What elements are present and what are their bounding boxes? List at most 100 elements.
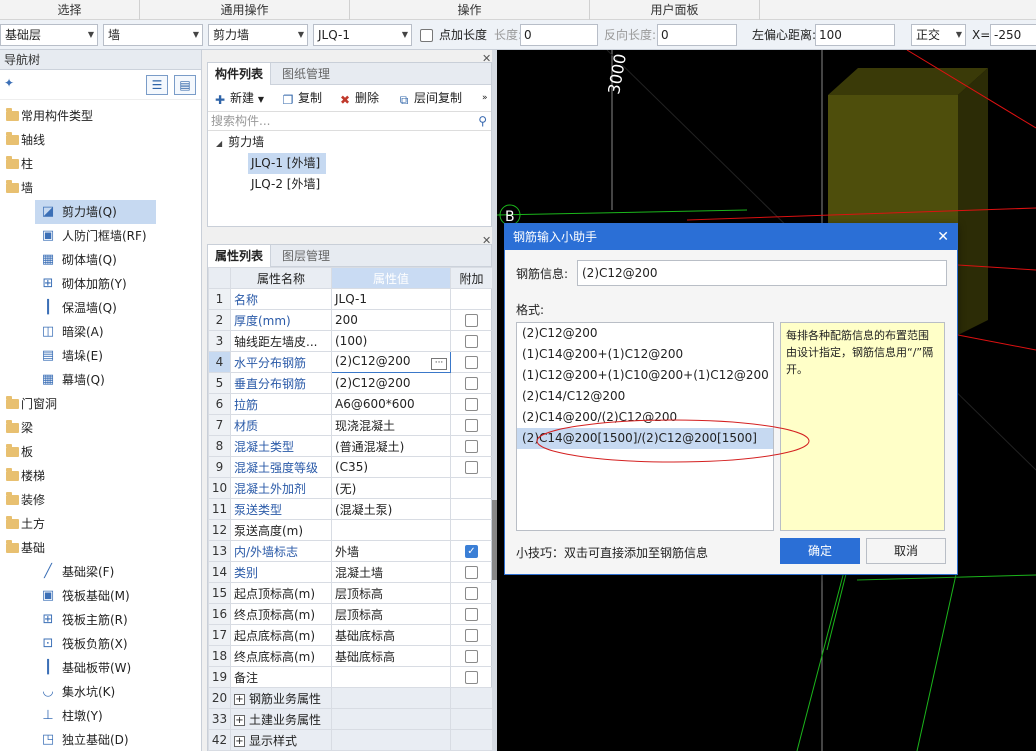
nav-item[interactable]: ⊞ 砌体加筋(Y) bbox=[0, 272, 200, 296]
tree-root-shear-wall[interactable]: ◢ 剪力墙 bbox=[208, 131, 491, 153]
table-row[interactable]: 7 材质 现浇混凝土 bbox=[208, 414, 493, 436]
nav-item[interactable]: ▤ 墙垛(E) bbox=[0, 344, 200, 368]
property-value[interactable]: 层顶标高 bbox=[335, 587, 383, 601]
property-value-cell[interactable]: (2)C12@200 ··· bbox=[331, 351, 451, 373]
ortho-select[interactable]: 正交 ▼ bbox=[911, 24, 966, 46]
extra-cell[interactable] bbox=[450, 582, 493, 604]
property-value-cell[interactable] bbox=[331, 666, 451, 688]
property-value-cell[interactable]: 层顶标高 bbox=[331, 582, 451, 604]
table-row[interactable]: 18 终点底标高(m) 基础底标高 bbox=[208, 645, 493, 667]
table-row[interactable]: 12 泵送高度(m) bbox=[208, 519, 493, 541]
nav-item[interactable]: ⊞ 筏板主筋(R) bbox=[0, 608, 200, 632]
copy-button[interactable]: ❐ 复制 bbox=[281, 89, 322, 107]
offset-input[interactable]: 100 bbox=[815, 24, 895, 46]
extra-checkbox-checked[interactable]: ✓ bbox=[465, 545, 478, 558]
extra-checkbox[interactable] bbox=[465, 356, 478, 369]
table-row[interactable]: 17 起点底标高(m) 基础底标高 bbox=[208, 624, 493, 646]
extra-checkbox[interactable] bbox=[465, 398, 478, 411]
table-row[interactable]: 20 + 钢筋业务属性 bbox=[208, 687, 493, 709]
reverse-length-input[interactable]: 0 bbox=[657, 24, 737, 46]
length-input[interactable]: 0 bbox=[520, 24, 598, 46]
table-row[interactable]: 15 起点顶标高(m) 层顶标高 bbox=[208, 582, 493, 604]
collapse-triangle-icon[interactable]: ◢ bbox=[216, 139, 222, 148]
property-value-cell[interactable]: 混凝土墙 bbox=[331, 561, 451, 583]
format-item[interactable]: (2)C14/C12@200 bbox=[517, 386, 773, 407]
format-item[interactable]: (1)C12@200+(1)C10@200+(1)C12@200 bbox=[517, 365, 773, 386]
property-value[interactable]: 基础底标高 bbox=[335, 650, 395, 664]
rebar-info-input[interactable]: (2)C12@200 bbox=[577, 260, 947, 286]
sparkle-icon[interactable]: ✦ bbox=[4, 76, 14, 90]
property-value-cell[interactable]: A6@600*600 bbox=[331, 393, 451, 415]
delete-button[interactable]: ✖ 删除 bbox=[338, 89, 379, 107]
extra-checkbox[interactable] bbox=[465, 419, 478, 432]
property-value-cell[interactable]: (无) bbox=[331, 477, 451, 499]
tab-property-list[interactable]: 属性列表 bbox=[208, 245, 272, 267]
extra-cell[interactable] bbox=[450, 498, 493, 520]
group-name-cell[interactable]: + 显示样式 bbox=[230, 729, 332, 751]
extra-checkbox[interactable] bbox=[465, 587, 478, 600]
table-row[interactable]: 9 混凝土强度等级 (C35) bbox=[208, 456, 493, 478]
property-value[interactable]: 现浇混凝土 bbox=[335, 419, 395, 433]
nav-item[interactable]: 装修 bbox=[0, 488, 200, 512]
component-search-input[interactable]: 搜索构件... bbox=[211, 114, 270, 128]
extra-cell[interactable] bbox=[450, 393, 493, 415]
property-value[interactable]: (无) bbox=[335, 482, 356, 496]
nav-item[interactable]: ┃ 基础板带(W) bbox=[0, 656, 200, 680]
add-length-checkbox[interactable] bbox=[420, 29, 433, 42]
nav-item[interactable]: ◪ 剪力墙(Q) bbox=[35, 200, 156, 224]
tab-component-list[interactable]: 构件列表 bbox=[208, 63, 272, 85]
nav-item[interactable]: ◳ 独立基础(D) bbox=[0, 728, 200, 751]
table-row[interactable]: 33 + 土建业务属性 bbox=[208, 708, 493, 730]
extra-cell[interactable]: ✓ bbox=[450, 540, 493, 562]
nav-item[interactable]: ◫ 暗梁(A) bbox=[0, 320, 200, 344]
property-value[interactable]: 外墙 bbox=[335, 545, 359, 559]
more-tools-icon[interactable]: » bbox=[482, 89, 488, 107]
extra-cell[interactable] bbox=[450, 645, 493, 667]
nav-item[interactable]: 轴线 bbox=[0, 128, 200, 152]
extra-checkbox[interactable] bbox=[465, 314, 478, 327]
more-options-icon[interactable]: ··· bbox=[431, 358, 447, 370]
extra-cell[interactable] bbox=[450, 456, 493, 478]
component-search[interactable]: 搜索构件... ⚲ bbox=[208, 111, 491, 131]
extra-checkbox[interactable] bbox=[465, 461, 478, 474]
group-name-cell[interactable]: + 土建业务属性 bbox=[230, 708, 332, 730]
property-value[interactable]: (C35) bbox=[335, 460, 368, 474]
floor-copy-button[interactable]: ⧉ 层间复制 bbox=[397, 89, 462, 107]
close-icon[interactable]: ✕ bbox=[482, 234, 491, 247]
nav-item[interactable]: ▣ 筏板基础(M) bbox=[0, 584, 200, 608]
table-row[interactable]: 14 类别 混凝土墙 bbox=[208, 561, 493, 583]
table-row[interactable]: 5 垂直分布钢筋 (2)C12@200 bbox=[208, 372, 493, 394]
property-value[interactable]: (混凝土泵) bbox=[335, 503, 392, 517]
property-value[interactable]: (2)C12@200 bbox=[335, 354, 411, 368]
nav-item[interactable]: 柱 bbox=[0, 152, 200, 176]
nav-item[interactable]: ⊥ 柱墩(Y) bbox=[0, 704, 200, 728]
table-row[interactable]: 13 内/外墙标志 外墙 ✓ bbox=[208, 540, 493, 562]
property-value-cell[interactable]: (普通混凝土) bbox=[331, 435, 451, 457]
property-value-cell[interactable]: 现浇混凝土 bbox=[331, 414, 451, 436]
close-icon[interactable]: ✕ bbox=[482, 52, 491, 65]
extra-checkbox[interactable] bbox=[465, 671, 478, 684]
extra-cell[interactable] bbox=[450, 435, 493, 457]
property-value-cell[interactable]: 200 bbox=[331, 309, 451, 331]
ok-button[interactable]: 确定 bbox=[780, 538, 860, 564]
extra-cell[interactable] bbox=[450, 519, 493, 541]
table-row[interactable]: 10 混凝土外加剂 (无) bbox=[208, 477, 493, 499]
nav-item[interactable]: 板 bbox=[0, 440, 200, 464]
property-value[interactable]: 混凝土墙 bbox=[335, 566, 383, 580]
tab-drawing-management[interactable]: 图纸管理 bbox=[275, 63, 337, 85]
expand-plus-icon[interactable]: + bbox=[234, 693, 245, 705]
nav-item[interactable]: ▣ 人防门框墙(RF) bbox=[0, 224, 200, 248]
extra-checkbox[interactable] bbox=[465, 566, 478, 579]
table-row[interactable]: 4 水平分布钢筋 (2)C12@200 ··· bbox=[208, 351, 493, 373]
group-name-cell[interactable]: + 钢筋业务属性 bbox=[230, 687, 332, 709]
new-button[interactable]: ✚ 新建 ▼ bbox=[213, 89, 264, 107]
extra-cell[interactable] bbox=[450, 309, 493, 331]
search-icon[interactable]: ⚲ bbox=[478, 112, 487, 130]
property-value-cell[interactable]: (100) bbox=[331, 330, 451, 352]
property-value[interactable]: 层顶标高 bbox=[335, 608, 383, 622]
property-value-cell[interactable]: (混凝土泵) bbox=[331, 498, 451, 520]
nav-item[interactable]: 土方 bbox=[0, 512, 200, 536]
nav-item[interactable]: ▦ 幕墙(Q) bbox=[0, 368, 200, 392]
format-item[interactable]: (1)C14@200+(1)C12@200 bbox=[517, 344, 773, 365]
nav-item[interactable]: ▦ 砌体墙(Q) bbox=[0, 248, 200, 272]
